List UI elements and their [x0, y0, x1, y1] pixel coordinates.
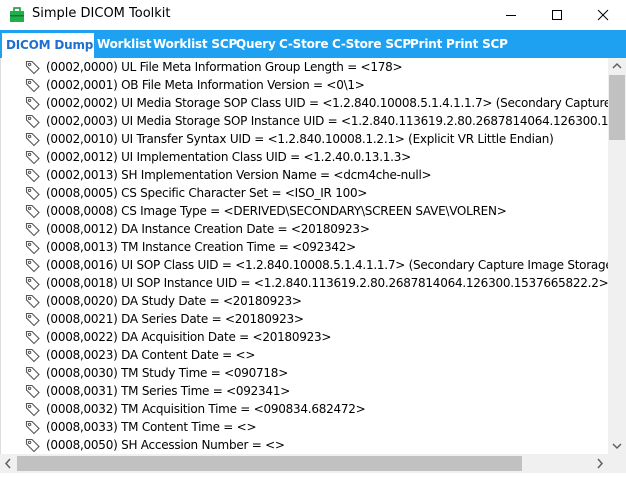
tree-item[interactable]: (0008,0013) TM Instance Creation Time = …: [1, 238, 608, 256]
scroll-down-arrow[interactable]: [608, 437, 626, 454]
tree-item[interactable]: (0008,0018) UI SOP Instance UID = <1.2.8…: [1, 274, 608, 292]
tree-item-label: (0008,0012) DA Instance Creation Date = …: [46, 222, 370, 236]
tag-icon: [25, 257, 41, 273]
tree-item-label: (0008,0023) DA Content Date = <>: [46, 348, 256, 362]
tree-item-label: (0002,0002) UI Media Storage SOP Class U…: [46, 96, 608, 110]
horizontal-scroll-thumb[interactable]: [17, 456, 522, 471]
scroll-right-arrow[interactable]: [591, 454, 608, 473]
scroll-left-arrow[interactable]: [0, 454, 17, 473]
tag-icon: [25, 437, 41, 453]
tab-bar: DICOM Dump Worklist Worklist SCP Query C…: [0, 30, 626, 58]
tree-item[interactable]: (0008,0008) CS Image Type = <DERIVED\SEC…: [1, 202, 608, 220]
minimize-button[interactable]: [488, 0, 534, 30]
tree-item-label: (0008,0008) CS Image Type = <DERIVED\SEC…: [46, 204, 507, 218]
tree-item[interactable]: (0008,0022) DA Acquisition Date = <20180…: [1, 328, 608, 346]
tag-icon: [25, 311, 41, 327]
tag-icon: [25, 77, 41, 93]
tree-item-label: (0002,0000) UL File Meta Information Gro…: [46, 60, 403, 74]
tab-worklist[interactable]: Worklist: [97, 30, 152, 58]
vertical-scrollbar[interactable]: [608, 58, 626, 454]
tree-item-label: (0002,0013) SH Implementation Version Na…: [46, 168, 432, 182]
tree-item-label: (0008,0031) TM Series Time = <092341>: [46, 384, 291, 398]
vertical-scroll-thumb[interactable]: [609, 75, 625, 140]
tree-item-label: (0008,0050) SH Accession Number = <>: [46, 438, 285, 452]
tree-item[interactable]: (0002,0001) OB File Meta Information Ver…: [1, 76, 608, 94]
tree-item-label: (0008,0032) TM Acquisition Time = <09083…: [46, 402, 366, 416]
tree-item-label: (0008,0030) TM Study Time = <090718>: [46, 366, 288, 380]
tag-icon: [25, 203, 41, 219]
title-bar[interactable]: Simple DICOM Toolkit: [0, 0, 626, 30]
close-button[interactable]: [580, 0, 626, 30]
scrollbar-corner: [608, 454, 626, 473]
tag-icon: [25, 419, 41, 435]
tag-icon: [25, 131, 41, 147]
chevron-right-icon: [597, 458, 604, 469]
minimize-icon: [506, 15, 516, 16]
chevron-up-icon: [612, 62, 622, 69]
tab-worklist-scp[interactable]: Worklist SCP: [153, 30, 237, 58]
tree-item[interactable]: (0008,0032) TM Acquisition Time = <09083…: [1, 400, 608, 418]
tab-print-scp[interactable]: Print SCP: [446, 30, 508, 58]
horizontal-scrollbar[interactable]: [0, 454, 608, 473]
tree-item[interactable]: (0002,0003) UI Media Storage SOP Instanc…: [1, 112, 608, 130]
tag-icon: [25, 275, 41, 291]
tree-item[interactable]: (0008,0033) TM Content Time = <>: [1, 418, 608, 436]
toolbox-icon: [9, 7, 25, 23]
tab-c-store-scp[interactable]: C-Store SCP: [332, 30, 411, 58]
tag-icon: [25, 365, 41, 381]
dicom-tree[interactable]: (0002,0000) UL File Meta Information Gro…: [0, 58, 608, 454]
tag-icon: [25, 293, 41, 309]
tree-item-label: (0002,0003) UI Media Storage SOP Instanc…: [46, 114, 608, 128]
close-icon: [597, 9, 609, 21]
chevron-left-icon: [4, 458, 11, 469]
tree-item-label: (0002,0001) OB File Meta Information Ver…: [46, 78, 365, 92]
tab-dicom-dump[interactable]: DICOM Dump: [2, 33, 94, 58]
window-title: Simple DICOM Toolkit: [32, 6, 171, 21]
tree-item-label: (0008,0018) UI SOP Instance UID = <1.2.8…: [46, 276, 608, 290]
tag-icon: [25, 167, 41, 183]
tree-item-label: (0008,0033) TM Content Time = <>: [46, 420, 257, 434]
tree-item[interactable]: (0008,0012) DA Instance Creation Date = …: [1, 220, 608, 238]
tree-item[interactable]: (0008,0005) CS Specific Character Set = …: [1, 184, 608, 202]
tree-item-label: (0008,0022) DA Acquisition Date = <20180…: [46, 330, 332, 344]
tag-icon: [25, 113, 41, 129]
tree-item[interactable]: (0008,0020) DA Study Date = <20180923>: [1, 292, 608, 310]
tree-item[interactable]: (0002,0000) UL File Meta Information Gro…: [1, 58, 608, 76]
tab-print[interactable]: Print: [410, 30, 442, 58]
app-window: Simple DICOM Toolkit DICOM Dump Worklist…: [0, 0, 626, 473]
tag-icon: [25, 347, 41, 363]
tree-item[interactable]: (0002,0012) UI Implementation Class UID …: [1, 148, 608, 166]
tree-item[interactable]: (0008,0021) DA Series Date = <20180923>: [1, 310, 608, 328]
tree-item[interactable]: (0002,0002) UI Media Storage SOP Class U…: [1, 94, 608, 112]
scroll-up-arrow[interactable]: [608, 58, 626, 75]
tree-item-label: (0008,0021) DA Series Date = <20180923>: [46, 312, 304, 326]
tag-icon: [25, 185, 41, 201]
maximize-button[interactable]: [534, 0, 580, 30]
tag-icon: [25, 221, 41, 237]
tree-item-label: (0008,0016) UI SOP Class UID = <1.2.840.…: [46, 258, 608, 272]
tab-query[interactable]: Query: [236, 30, 276, 58]
tag-icon: [25, 383, 41, 399]
tag-icon: [25, 329, 41, 345]
tree-item-label: (0002,0012) UI Implementation Class UID …: [46, 150, 411, 164]
tree-item-label: (0008,0020) DA Study Date = <20180923>: [46, 294, 302, 308]
tag-icon: [25, 401, 41, 417]
tag-icon: [25, 149, 41, 165]
tree-item-label: (0002,0010) UI Transfer Syntax UID = <1.…: [46, 132, 554, 146]
chevron-down-icon: [612, 443, 622, 450]
tag-icon: [25, 239, 41, 255]
tree-item[interactable]: (0002,0013) SH Implementation Version Na…: [1, 166, 608, 184]
tree-item[interactable]: (0008,0030) TM Study Time = <090718>: [1, 364, 608, 382]
tree-item[interactable]: (0008,0031) TM Series Time = <092341>: [1, 382, 608, 400]
tab-c-store[interactable]: C-Store: [279, 30, 329, 58]
tree-item-label: (0008,0005) CS Specific Character Set = …: [46, 186, 368, 200]
tag-icon: [25, 59, 41, 75]
tree-item[interactable]: (0008,0050) SH Accession Number = <>: [1, 436, 608, 454]
tree-item[interactable]: (0008,0023) DA Content Date = <>: [1, 346, 608, 364]
maximize-icon: [552, 10, 562, 20]
tree-item[interactable]: (0002,0010) UI Transfer Syntax UID = <1.…: [1, 130, 608, 148]
tag-icon: [25, 95, 41, 111]
tree-item[interactable]: (0008,0016) UI SOP Class UID = <1.2.840.…: [1, 256, 608, 274]
tree-item-label: (0008,0013) TM Instance Creation Time = …: [46, 240, 356, 254]
